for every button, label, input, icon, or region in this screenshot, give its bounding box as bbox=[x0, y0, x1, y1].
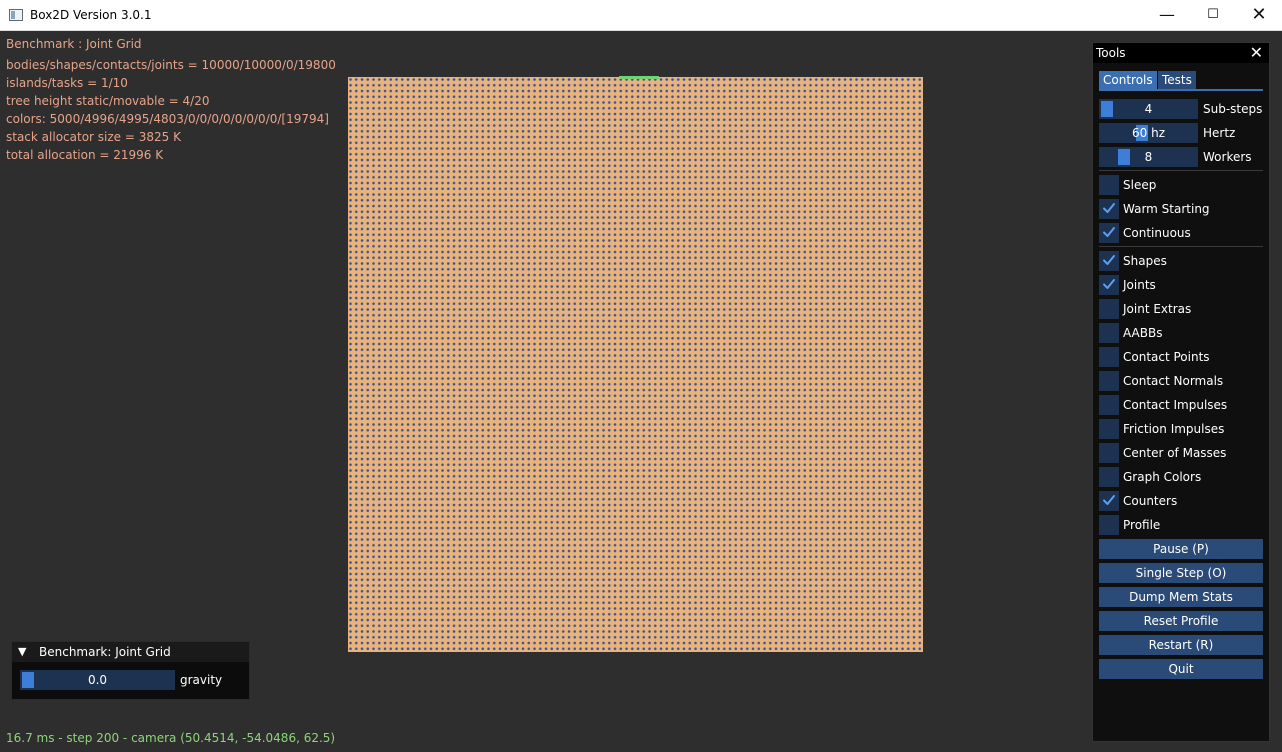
checkbox-box[interactable] bbox=[1099, 275, 1119, 295]
substeps-label: Sub-steps bbox=[1203, 102, 1263, 116]
grid-anchor-marker bbox=[619, 76, 659, 79]
stat-colors: colors: 5000/4996/4995/4803/0/0/0/0/0/0/… bbox=[6, 112, 329, 126]
checkbox-label: Center of Masses bbox=[1123, 446, 1227, 460]
window-title: Box2D Version 3.0.1 bbox=[30, 8, 152, 22]
slider-grab[interactable] bbox=[1117, 149, 1130, 165]
checkmark-icon bbox=[1102, 201, 1116, 215]
slider-grab[interactable] bbox=[1101, 101, 1113, 117]
checkmark-icon bbox=[1102, 225, 1116, 239]
checkbox-label: Sleep bbox=[1123, 178, 1157, 192]
reset-profile-button[interactable]: Reset Profile bbox=[1099, 611, 1263, 631]
checkbox-box[interactable] bbox=[1099, 371, 1119, 391]
stat-islands: islands/tasks = 1/10 bbox=[6, 76, 128, 90]
benchmark-panel: ▼ Benchmark: Joint Grid 0.0 gravity bbox=[11, 641, 250, 700]
checkbox-label: Contact Points bbox=[1123, 350, 1210, 364]
substeps-value: 4 bbox=[1144, 102, 1153, 116]
checkbox-box[interactable] bbox=[1099, 395, 1119, 415]
checkbox-label: Joints bbox=[1123, 278, 1156, 292]
checkbox-label: Contact Impulses bbox=[1123, 398, 1228, 412]
tab-controls[interactable]: Controls bbox=[1099, 71, 1157, 89]
separator bbox=[1099, 170, 1263, 171]
quit-button[interactable]: Quit bbox=[1099, 659, 1263, 679]
checkbox-label: Counters bbox=[1123, 494, 1178, 508]
stat-bodies: bodies/shapes/contacts/joints = 10000/10… bbox=[6, 58, 336, 72]
checkbox-label: Contact Normals bbox=[1123, 374, 1224, 388]
minimize-button[interactable]: — bbox=[1144, 0, 1190, 31]
simulation-viewport[interactable]: Benchmark : Joint Grid bodies/shapes/con… bbox=[0, 31, 1282, 752]
checkbox-label: Profile bbox=[1123, 518, 1161, 532]
checkbox-box[interactable] bbox=[1099, 223, 1119, 243]
close-window-button[interactable]: ✕ bbox=[1236, 0, 1282, 31]
hertz-slider[interactable]: 60 hz bbox=[1099, 123, 1198, 143]
checkbox-label: AABBs bbox=[1123, 326, 1163, 340]
benchmark-name: Benchmark : Joint Grid bbox=[6, 37, 142, 51]
checkbox-box[interactable] bbox=[1099, 515, 1119, 535]
title-bar: Box2D Version 3.0.1 — ☐ ✕ bbox=[0, 0, 1282, 31]
tools-panel-header[interactable]: Tools ✕ bbox=[1093, 43, 1269, 63]
substeps-slider[interactable]: 4 bbox=[1099, 99, 1198, 119]
hertz-value: 60 hz bbox=[1132, 126, 1165, 140]
tab-underline bbox=[1099, 89, 1263, 91]
benchmark-panel-title: Benchmark: Joint Grid bbox=[39, 645, 171, 659]
restart-r-button[interactable]: Restart (R) bbox=[1099, 635, 1263, 655]
checkbox-box[interactable] bbox=[1099, 467, 1119, 487]
gravity-label: gravity bbox=[180, 673, 223, 687]
collapse-triangle-icon[interactable]: ▼ bbox=[18, 645, 26, 658]
checkbox-box[interactable] bbox=[1099, 443, 1119, 463]
checkmark-icon bbox=[1102, 277, 1116, 291]
joint-grid bbox=[348, 77, 923, 652]
checkbox-label: Joint Extras bbox=[1123, 302, 1192, 316]
workers-slider[interactable]: 8 bbox=[1099, 147, 1198, 167]
stat-stack-allocator: stack allocator size = 3825 K bbox=[6, 130, 181, 144]
dump-mem-stats-button[interactable]: Dump Mem Stats bbox=[1099, 587, 1263, 607]
tools-title: Tools bbox=[1096, 46, 1126, 60]
checkbox-box[interactable] bbox=[1099, 347, 1119, 367]
benchmark-panel-header[interactable]: ▼ Benchmark: Joint Grid bbox=[12, 642, 249, 662]
checkbox-box[interactable] bbox=[1099, 251, 1119, 271]
checkbox-label: Friction Impulses bbox=[1123, 422, 1225, 436]
checkbox-label: Graph Colors bbox=[1123, 470, 1202, 484]
stat-total-allocation: total allocation = 21996 K bbox=[6, 148, 164, 162]
checkbox-box[interactable] bbox=[1099, 299, 1119, 319]
gravity-value: 0.0 bbox=[87, 673, 108, 687]
hertz-label: Hertz bbox=[1203, 126, 1236, 140]
workers-value: 8 bbox=[1144, 150, 1153, 164]
tools-panel: Tools ✕ Controls Tests 4 Sub-steps 60 hz… bbox=[1092, 42, 1270, 742]
app-window-icon bbox=[9, 9, 23, 21]
checkmark-icon bbox=[1102, 493, 1116, 507]
maximize-button[interactable]: ☐ bbox=[1190, 0, 1236, 31]
checkbox-box[interactable] bbox=[1099, 175, 1119, 195]
tools-close-icon[interactable]: ✕ bbox=[1250, 43, 1263, 62]
checkbox-box[interactable] bbox=[1099, 323, 1119, 343]
gravity-slider-grab[interactable] bbox=[22, 672, 34, 688]
status-line: 16.7 ms - step 200 - camera (50.4514, -5… bbox=[6, 731, 336, 745]
checkbox-label: Warm Starting bbox=[1123, 202, 1210, 216]
gravity-slider[interactable]: 0.0 bbox=[20, 670, 175, 690]
checkbox-label: Shapes bbox=[1123, 254, 1167, 268]
checkmark-icon bbox=[1102, 253, 1116, 267]
workers-label: Workers bbox=[1203, 150, 1252, 164]
checkbox-box[interactable] bbox=[1099, 419, 1119, 439]
checkbox-label: Continuous bbox=[1123, 226, 1191, 240]
checkbox-box[interactable] bbox=[1099, 491, 1119, 511]
separator bbox=[1099, 246, 1263, 247]
single-step-o-button[interactable]: Single Step (O) bbox=[1099, 563, 1263, 583]
pause-p-button[interactable]: Pause (P) bbox=[1099, 539, 1263, 559]
stat-tree-height: tree height static/movable = 4/20 bbox=[6, 94, 210, 108]
checkbox-box[interactable] bbox=[1099, 199, 1119, 219]
tab-tests[interactable]: Tests bbox=[1158, 71, 1196, 89]
